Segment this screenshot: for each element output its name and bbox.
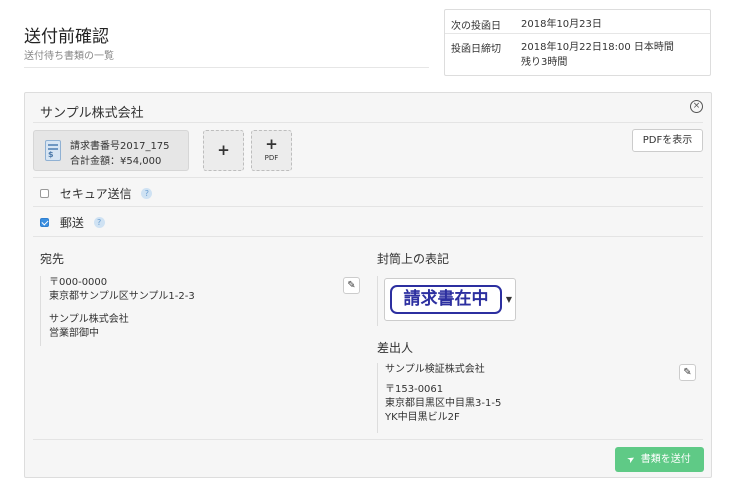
secure-send-checkbox[interactable]	[40, 189, 49, 198]
posting-info-box: 次の投函日 2018年10月23日 投函日締切 2018年10月22日18:00…	[444, 9, 711, 76]
divider	[33, 177, 703, 178]
view-pdf-button[interactable]: PDFを表示	[632, 129, 703, 152]
document-total: 合計金額：¥54,000	[70, 156, 162, 167]
deadline-value: 2018年10月22日18:00 日本時間	[521, 42, 674, 53]
next-posting-label: 次の投函日	[451, 21, 501, 32]
sender-company: サンプル検証株式会社	[385, 364, 485, 375]
help-icon[interactable]: ?	[141, 188, 153, 199]
title-divider	[24, 67, 429, 68]
caret-down-icon: ▼	[505, 295, 512, 304]
sender-street: 東京都目黒区中目黒3-1-5	[385, 398, 502, 409]
envelope-rule	[377, 276, 381, 326]
plus-icon: +	[265, 135, 278, 153]
mail-checkbox[interactable]	[40, 218, 49, 227]
recipient-address: 〒000-0000 東京都サンプル区サンプル1-2-3 サンプル株式会社 営業部…	[40, 276, 361, 346]
recipient-heading: 宛先	[40, 252, 65, 266]
document-panel: サンプル株式会社 × 請求書番号2017_175 合計金額：¥54,000 + …	[24, 92, 712, 478]
divider	[33, 122, 703, 123]
envelope-stamp-select[interactable]: 請求書在中 ▼	[384, 278, 516, 321]
pencil-icon: ✎	[683, 367, 692, 378]
deadline-label: 投函日締切	[451, 44, 501, 55]
close-icon[interactable]: ×	[690, 100, 703, 113]
deadline-value-block: 2018年10月22日18:00 日本時間 残り3時間	[521, 40, 674, 70]
secure-send-option: セキュア送信 ?	[40, 185, 153, 202]
company-name: サンプル株式会社	[40, 106, 144, 121]
edit-sender-button[interactable]: ✎	[679, 364, 696, 381]
add-document-button[interactable]: +	[203, 130, 244, 171]
next-posting-value: 2018年10月23日	[521, 19, 602, 30]
paper-plane-icon: ➤	[625, 453, 638, 467]
envelope-stamp: 請求書在中	[390, 285, 502, 314]
sender-building: YK中目黒ビル2F	[385, 412, 460, 423]
add-pdf-button[interactable]: + PDF	[251, 130, 292, 171]
page-subtitle: 送付待ち書類の一覧	[24, 51, 114, 62]
recipient-company: サンプル株式会社	[49, 314, 129, 325]
add-pdf-label: PDF	[264, 154, 279, 162]
document-card[interactable]: 請求書番号2017_175 合計金額：¥54,000	[33, 130, 189, 171]
mail-option: 郵送 ?	[40, 214, 105, 231]
invoice-doc-icon	[45, 140, 61, 161]
recipient-department: 営業部御中	[49, 328, 99, 339]
edit-recipient-button[interactable]: ✎	[343, 277, 360, 294]
sender-address: サンプル検証株式会社 〒153-0061 東京都目黒区中目黒3-1-5 YK中目…	[377, 363, 697, 433]
recipient-street: 東京都サンプル区サンプル1-2-3	[49, 291, 195, 302]
help-icon[interactable]: ?	[93, 217, 105, 228]
send-documents-label: 書類を送付	[640, 454, 691, 465]
document-name: 請求書番号2017_175	[70, 141, 170, 152]
secure-send-label: セキュア送信	[59, 187, 132, 201]
divider	[33, 236, 703, 237]
plus-icon: +	[217, 141, 230, 159]
divider	[33, 206, 703, 207]
sender-heading: 差出人	[377, 341, 414, 355]
recipient-postal: 〒000-0000	[49, 277, 108, 288]
pencil-icon: ✎	[347, 280, 356, 291]
sender-postal: 〒153-0061	[385, 384, 444, 395]
remaining-time: 残り3時間	[521, 57, 568, 68]
mail-label: 郵送	[59, 216, 84, 230]
next-posting-row: 次の投函日 2018年10月23日	[445, 10, 710, 34]
deadline-row: 投函日締切 2018年10月22日18:00 日本時間 残り3時間	[445, 34, 710, 76]
divider	[33, 439, 703, 440]
send-documents-button[interactable]: ➤ 書類を送付	[615, 447, 704, 472]
envelope-heading: 封筒上の表記	[377, 252, 450, 266]
page-title: 送付前確認	[24, 27, 109, 47]
